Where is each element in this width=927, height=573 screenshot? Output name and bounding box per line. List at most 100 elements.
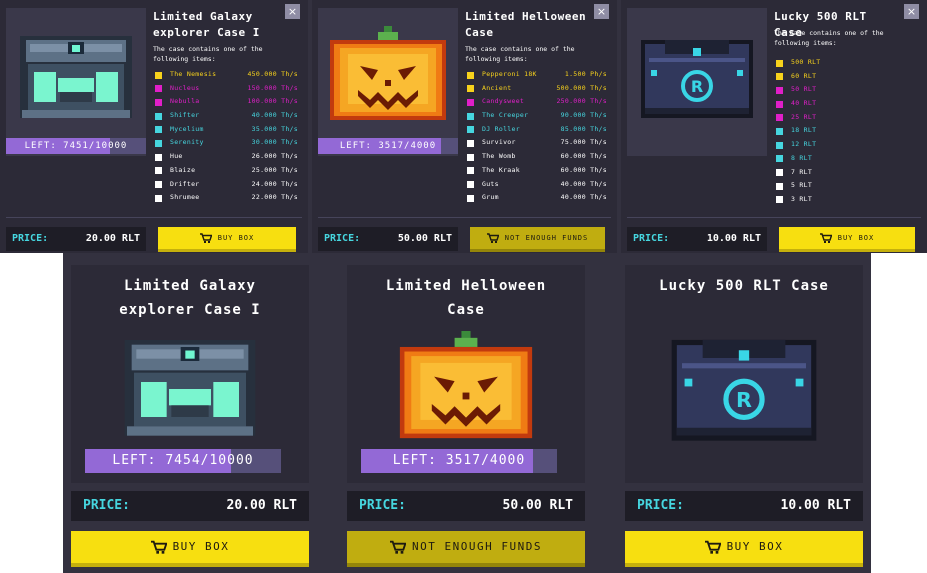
prize-item: Nucleus 150.000 Th/s [155,82,298,96]
item-power: 30.000 Th/s [251,138,298,147]
case-card-helloween[interactable]: Limited Helloween Case LEFT: 3517/4000 [347,265,585,483]
item-power: 150.000 Th/s [247,83,298,92]
divider [318,217,611,218]
item-power: 1.500 Ph/s [564,70,607,78]
close-icon[interactable]: × [904,4,919,19]
prize-item: The Creeper 90.000 Th/s [467,109,607,123]
lucky-chest-icon: R [671,339,817,441]
case-image-box [318,8,458,156]
prize-item: 25 RLT [776,111,917,125]
galaxy-chest-icon [124,340,256,436]
case-title: Limited Galaxy explorer Case I [153,10,260,39]
rarity-swatch [776,169,783,176]
cart-icon [486,233,499,243]
rarity-swatch [776,155,783,163]
item-name: Nebulla [170,97,200,106]
close-icon[interactable]: × [285,4,300,19]
lucky-chest-icon: R [641,40,753,118]
item-name: 5 RLT [791,181,813,190]
rarity-swatch [155,181,162,188]
price-label: PRICE: [324,233,361,244]
item-name: Hue [170,152,183,161]
prize-item: DJ Roller 85.000 Th/s [467,123,607,137]
item-name: Mycelium [170,124,204,133]
case-card-galaxy[interactable]: Limited Galaxy explorer Case I LEFT: 745… [71,265,309,483]
item-power: 250.000 Th/s [556,97,607,106]
buy-box-button[interactable]: BUY BOX [625,531,863,567]
buy-box-button[interactable]: BUY BOX [158,227,296,252]
rarity-swatch [467,112,474,120]
rarity-swatch [467,85,474,93]
prize-item: Mycelium 35.000 Th/s [155,123,298,137]
case-card-title: Limited Galaxy explorer Case I [119,278,261,318]
case-title: Limited Helloween Case [465,10,587,39]
item-power: 40.000 Th/s [560,193,607,202]
rarity-swatch [155,194,162,202]
prize-item: Survivor 75.000 Th/s [467,136,607,150]
close-icon[interactable]: × [594,4,609,19]
rarity-swatch [776,59,783,67]
buy-box-button[interactable]: BUY BOX [779,227,915,252]
price-box: PRICE: 50.00 RLT [347,491,585,521]
prize-item: The Womb 60.000 Th/s [467,150,607,164]
case-description: The case contains one of the following i… [153,45,263,63]
pumpkin-chest-icon [399,331,533,439]
case-card-title: Lucky 500 RLT Case [659,278,829,294]
units-left-progress: LEFT: 3517/4000 [318,138,458,154]
not-enough-funds-button[interactable]: NOT ENOUGH FUNDS [347,531,585,567]
units-left-text: LEFT: 7454/10000 [112,453,254,468]
case-card-lucky[interactable]: Lucky 500 RLT Case R [625,265,863,483]
item-name: Guts [482,179,499,188]
not-enough-funds-button[interactable]: NOT ENOUGH FUNDS [470,227,605,252]
rarity-swatch [467,181,474,188]
prize-item: 3 RLT [776,193,917,207]
item-power: 75.000 Th/s [560,138,607,147]
prize-item: 5 RLT [776,179,917,193]
prize-item: Nebulla 100.000 Th/s [155,95,298,109]
item-name: Survivor [482,138,516,147]
rarity-swatch [776,100,783,108]
item-name: The Kraak [482,165,520,174]
button-label: BUY BOX [172,540,230,553]
price-value: 20.00 RLT [226,498,297,513]
rarity-swatch [776,73,783,81]
cart-icon [819,233,832,243]
item-power: 40.000 Th/s [251,111,298,120]
item-name: 50 RLT [791,85,817,94]
item-list: The Nemesis 450.000 Th/s Nucleus 150.000 Th… [155,68,298,205]
rarity-swatch [155,112,162,120]
rarity-swatch [155,126,162,134]
units-left-progress: LEFT: 7454/10000 [85,449,281,473]
price-box: PRICE: 20.00 RLT [6,227,146,251]
rarity-swatch [776,86,783,94]
price-box: PRICE: 20.00 RLT [71,491,309,521]
prize-item: Hue 26.000 Th/s [155,150,298,164]
item-name: 8 RLT [791,153,813,162]
item-power: 100.000 Th/s [247,97,298,106]
item-name: 7 RLT [791,167,813,176]
rarity-swatch [467,126,474,134]
item-name: Drifter [170,179,200,188]
item-power: 450.000 Th/s [247,70,298,78]
svg-text:R: R [736,388,752,412]
price-value: 20.00 RLT [85,233,140,244]
rarity-swatch [467,153,474,161]
button-label: BUY BOX [726,540,784,553]
rarity-swatch [467,167,474,175]
item-power: 90.000 Th/s [560,111,607,120]
units-left-progress: LEFT: 7451/10000 [6,138,146,154]
svg-text:R: R [691,77,703,96]
buy-box-button[interactable]: BUY BOX [71,531,309,567]
item-name: 40 RLT [791,99,817,108]
item-power: 60.000 Th/s [560,165,607,174]
item-list: 500 RLT 60 RLT 50 RLT 40 RLT 25 RLT 18 RLT 12 … [776,56,917,207]
item-name: The Nemesis [170,70,217,78]
prize-item: Serenity 30.000 Th/s [155,136,298,150]
cart-icon [199,233,212,243]
units-left-text: LEFT: 3517/4000 [392,453,526,468]
prize-item: Ancient 500.000 Th/s [467,82,607,96]
price-value: 50.00 RLT [502,498,573,513]
item-name: 25 RLT [791,112,817,121]
rarity-swatch [776,182,783,190]
item-name: Shrumee [170,193,200,202]
